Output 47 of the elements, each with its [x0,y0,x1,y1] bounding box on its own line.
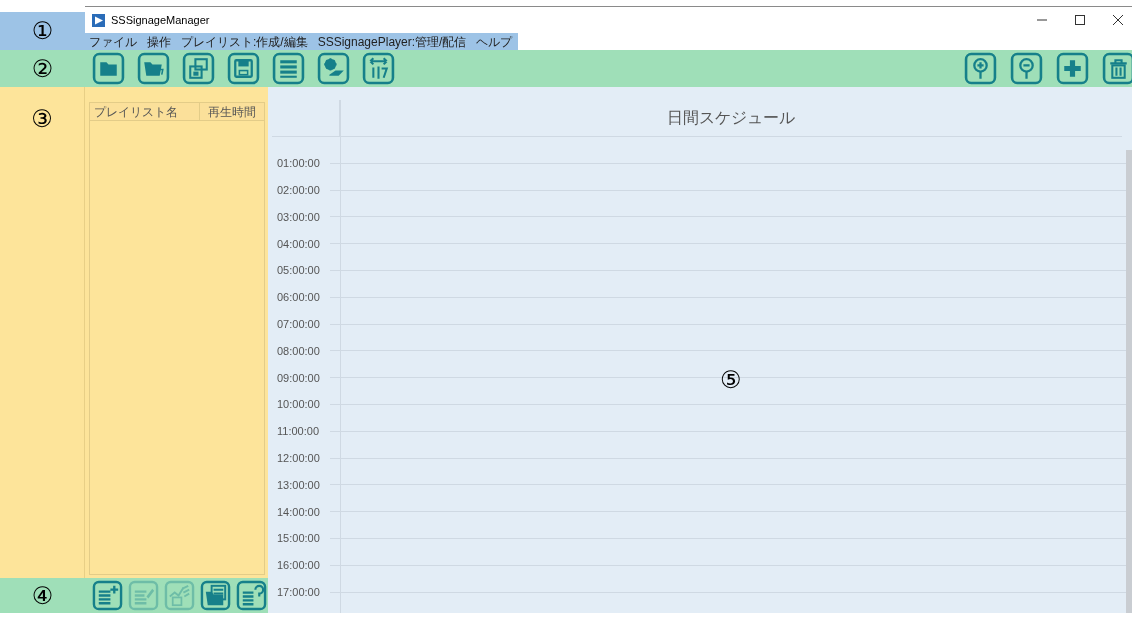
zoom-in-icon[interactable] [964,52,997,85]
plus-icon[interactable] [1056,52,1089,85]
annotation-number: ④ [31,583,54,608]
time-label: 05:00:00 [276,263,321,279]
annotation-number: ⑤ [720,368,742,392]
time-label: 02:00:00 [276,182,321,198]
time-label: 04:00:00 [276,236,321,252]
open-folder-icon[interactable] [137,52,170,85]
copy-icon[interactable] [182,52,215,85]
time-label: 01:00:00 [276,156,321,172]
zoom-out-icon[interactable] [1010,52,1043,85]
time-label: 08:00:00 [276,343,321,359]
time-label: 11:00:00 [276,424,320,440]
time-label: 07:00:00 [276,316,321,332]
menu-item[interactable]: ヘルプ [476,32,513,51]
time-label: 16:00:00 [276,558,321,574]
column-header[interactable]: プレイリスト名 [90,103,200,120]
time-label: 12:00:00 [276,450,321,466]
app-icon [92,13,105,27]
time-label: 15:00:00 [276,531,321,547]
scrollbar[interactable] [1126,150,1132,613]
maximize-icon[interactable] [1074,14,1086,26]
schedule-title: 日間スケジュール [667,108,795,128]
time-label: 17:00:00 [276,584,321,600]
window-title: SSSignageManager [111,12,210,28]
save-icon[interactable] [227,52,260,85]
time-label: 06:00:00 [276,290,321,306]
annotation-number: ① [31,19,54,43]
list-icon[interactable] [272,52,305,85]
close-icon[interactable] [1112,14,1124,26]
list-add-icon[interactable] [92,580,123,611]
trash-icon[interactable] [1102,52,1132,85]
time-label: 03:00:00 [276,209,321,225]
time-label: 10:00:00 [276,397,321,413]
time-label: 14:00:00 [276,504,321,520]
menu-item[interactable]: SSSignagePlayer:管理/配信 [317,32,467,51]
menu-item[interactable]: 操作 [147,32,171,51]
folder-list-icon[interactable] [200,580,231,611]
time-label: 13:00:00 [276,477,321,493]
annotation-number: ② [31,56,54,81]
folder-icon[interactable] [92,52,125,85]
column-header[interactable]: 再生時間 [200,103,264,120]
menu-item[interactable]: ファイル [89,32,137,51]
menu-item[interactable]: プレイリスト:作成/編集 [181,32,308,51]
swap-arrows-icon[interactable] [362,52,395,85]
annotation-number: ③ [31,107,53,131]
time-label: 09:00:00 [276,370,321,386]
